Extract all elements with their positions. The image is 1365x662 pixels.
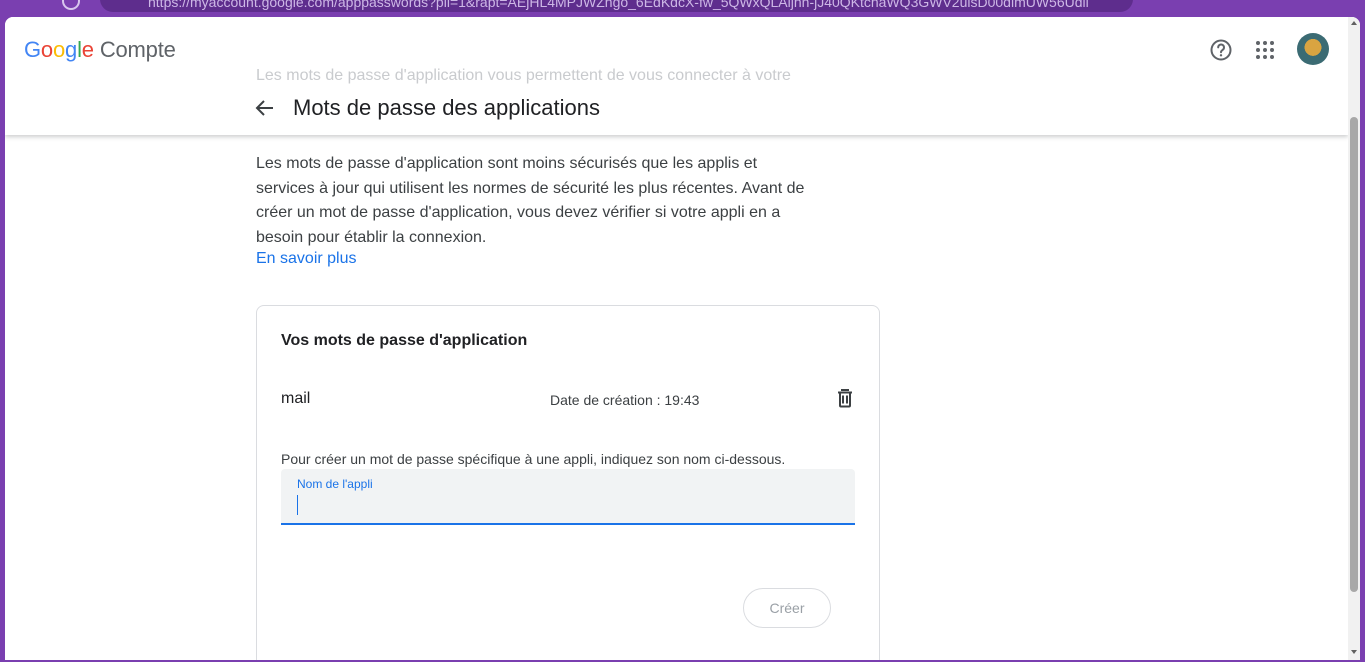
google-account-logo[interactable]: Google Compte bbox=[24, 37, 176, 63]
page-title: Mots de passe des applications bbox=[293, 95, 600, 120]
password-row-name: mail bbox=[281, 390, 311, 407]
product-name: Compte bbox=[99, 37, 176, 62]
logo-letter: o bbox=[52, 37, 66, 62]
create-button[interactable]: Créer bbox=[743, 588, 831, 628]
scrollbar-thumb[interactable] bbox=[1350, 117, 1358, 592]
page-window: Google Compte Les mots de passe d'applica… bbox=[5, 17, 1360, 660]
apps-grid-icon[interactable] bbox=[1253, 38, 1277, 62]
top-app-bar: Google Compte Les mots de passe d'applica… bbox=[5, 17, 1348, 135]
page-scrollbar[interactable] bbox=[1348, 17, 1360, 660]
browser-url[interactable]: https://myaccount.google.com/apppassword… bbox=[148, 0, 1088, 10]
browser-reload-icon[interactable] bbox=[62, 0, 80, 10]
app-name-input[interactable] bbox=[295, 493, 835, 517]
logo-letter: g bbox=[65, 37, 78, 62]
logo-letter: G bbox=[24, 37, 41, 62]
app-name-label: Nom de l'appli bbox=[297, 477, 373, 491]
create-hint: Pour créer un mot de passe spécifique à … bbox=[281, 451, 786, 467]
delete-trash-icon[interactable] bbox=[833, 386, 857, 410]
main-content: Les mots de passe d'application sont moi… bbox=[5, 135, 1348, 660]
account-avatar[interactable] bbox=[1297, 33, 1329, 65]
logo-letter: o bbox=[40, 37, 53, 62]
back-arrow-icon[interactable] bbox=[253, 96, 277, 120]
scrolled-ghost-text: Les mots de passe d'application vous per… bbox=[256, 67, 791, 84]
logo-letter: e bbox=[81, 37, 94, 62]
scroll-up-arrow-icon[interactable] bbox=[1350, 19, 1358, 27]
card-title: Vos mots de passe d'application bbox=[281, 332, 528, 349]
learn-more-link[interactable]: En savoir plus bbox=[256, 250, 357, 268]
help-circle-icon[interactable] bbox=[1209, 38, 1233, 62]
browser-toolbar: https://myaccount.google.com/apppassword… bbox=[0, 0, 1365, 16]
app-passwords-card: Vos mots de passe d'application mail Dat… bbox=[256, 305, 880, 660]
intro-paragraph: Les mots de passe d'application sont moi… bbox=[256, 155, 805, 246]
password-row-date: Date de création : 19:43 bbox=[550, 392, 700, 408]
text-caret bbox=[297, 495, 298, 515]
app-name-field[interactable]: Nom de l'appli bbox=[281, 469, 855, 525]
scroll-down-arrow-icon[interactable] bbox=[1350, 648, 1358, 656]
